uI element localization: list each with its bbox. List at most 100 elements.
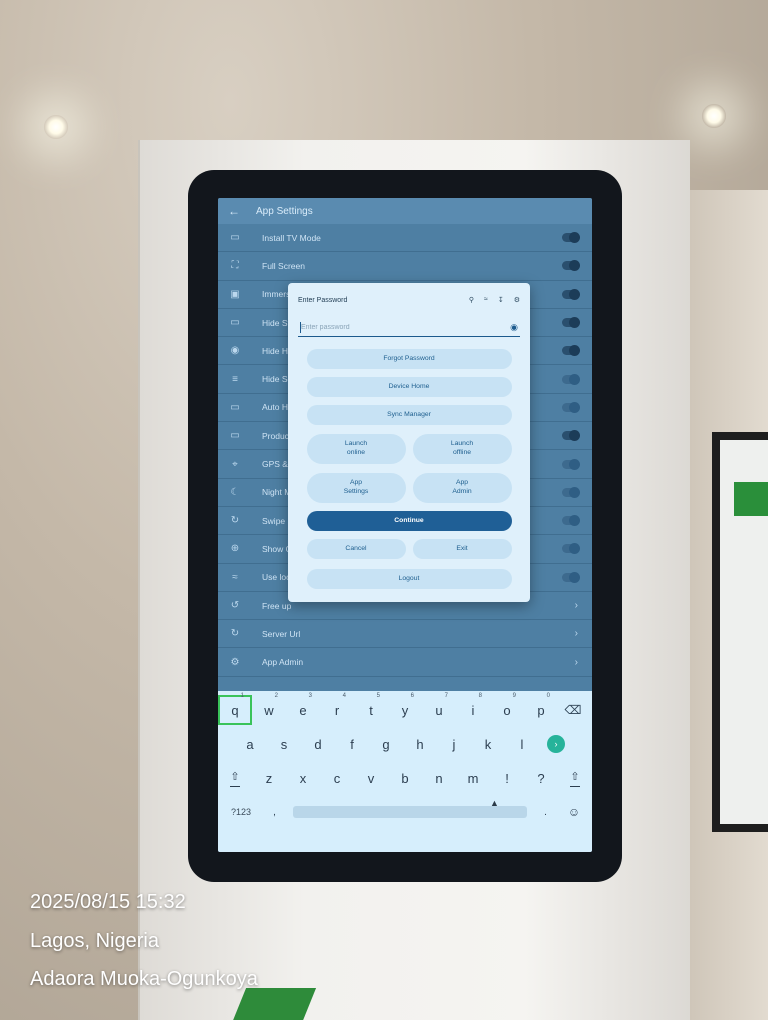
- continue-button[interactable]: Continue: [306, 511, 512, 531]
- settings-toggle[interactable]: [562, 543, 580, 555]
- hide-status-icon: ▭: [230, 317, 240, 329]
- photo-author: Adaora Muoka-Ogunkoya: [30, 968, 258, 990]
- settings-toggle[interactable]: [562, 430, 580, 442]
- settings-toggle[interactable]: [562, 486, 580, 498]
- sync-manager-button[interactable]: Sync Manager: [306, 405, 512, 425]
- auto-hide-icon: ▭: [230, 401, 240, 413]
- key-w[interactable]: w2: [252, 693, 286, 725]
- key-exclamation[interactable]: !: [490, 763, 524, 793]
- key-i[interactable]: i8: [456, 693, 490, 725]
- hide-scroll-icon: ≡: [232, 373, 238, 385]
- settings-row[interactable]: ▭ Install TV Mode: [218, 224, 592, 253]
- ceiling-light: [702, 104, 726, 128]
- wifi-icon[interactable]: ≈: [484, 296, 488, 304]
- settings-toggle[interactable]: [562, 288, 580, 300]
- exit-button[interactable]: Exit: [412, 539, 512, 559]
- location-pin-icon: ⌖: [232, 458, 238, 470]
- photo-location: Lagos, Nigeria: [30, 930, 159, 952]
- settings-toggle[interactable]: [562, 260, 580, 272]
- password-input[interactable]: [298, 324, 511, 331]
- key-z[interactable]: z: [252, 763, 286, 793]
- logout-button[interactable]: Logout: [306, 569, 512, 589]
- symbols-key[interactable]: ?123: [226, 797, 256, 827]
- period-key[interactable]: .: [537, 797, 555, 827]
- settings-toggle[interactable]: [562, 515, 580, 527]
- key-t[interactable]: t5: [354, 693, 388, 725]
- keyboard-row-3: ⇧ z x c v b n m!? ⇧: [218, 761, 592, 795]
- settings-toggle[interactable]: [562, 345, 580, 357]
- kiosk-screen: ← App Settings ▭ Install TV Mode ⛶ Full Scr…: [218, 198, 592, 852]
- app-settings-button[interactable]: App Settings: [306, 473, 406, 503]
- shift-icon[interactable]: ⇧: [218, 763, 252, 793]
- settings-toggle[interactable]: [562, 571, 580, 583]
- shift-icon[interactable]: ⇧: [558, 763, 592, 793]
- go-arrow-icon[interactable]: ›: [547, 735, 565, 753]
- key-l[interactable]: l: [505, 729, 539, 759]
- settings-toggle[interactable]: [562, 317, 580, 329]
- settings-row-label: Install TV Mode: [262, 232, 321, 243]
- key-e[interactable]: e3: [286, 693, 320, 725]
- key-c[interactable]: c: [320, 763, 354, 793]
- key-b[interactable]: b: [388, 763, 422, 793]
- key-q[interactable]: q1: [218, 693, 252, 725]
- dialog-title: Enter Password: [298, 296, 348, 304]
- key-v[interactable]: v: [354, 763, 388, 793]
- key-u[interactable]: u7: [422, 693, 456, 725]
- key-icon[interactable]: ⚲: [469, 296, 474, 304]
- keyboard-row-4: ?123 , . ☺: [218, 795, 592, 829]
- settings-row-label: Full Screen: [262, 260, 305, 271]
- settings-toggle[interactable]: [562, 373, 580, 385]
- on-screen-keyboard: q 1 w 2 e 3 r 4 t 5 y 6 u 7 i 8 o 9 p 0 ⌫ a s d f g h j k l › ⇧ zxcvb…: [218, 691, 592, 852]
- download-icon[interactable]: ↧: [498, 296, 504, 304]
- key-x[interactable]: x: [286, 763, 320, 793]
- settings-row-label: Free up: [262, 600, 292, 611]
- key-p[interactable]: p0: [524, 693, 558, 725]
- launch-online-button[interactable]: Launch online: [306, 434, 406, 464]
- password-field-row: ◉: [298, 319, 520, 337]
- key-n[interactable]: n: [422, 763, 456, 793]
- key-d[interactable]: d: [301, 729, 335, 759]
- key-a[interactable]: a: [233, 729, 267, 759]
- forgot-password-button[interactable]: Forgot Password: [306, 349, 512, 369]
- settings-row[interactable]: ⚙ App Admin ›: [218, 648, 592, 677]
- key-h[interactable]: h: [403, 729, 437, 759]
- device-home-button[interactable]: Device Home: [306, 377, 512, 397]
- key-r[interactable]: r4: [320, 693, 354, 725]
- settings-toggle[interactable]: [562, 232, 580, 244]
- settings-toggle[interactable]: [562, 458, 580, 470]
- key-o[interactable]: o9: [490, 693, 524, 725]
- crosshair-icon: ⊕: [230, 543, 240, 555]
- cancel-button[interactable]: Cancel: [306, 539, 406, 559]
- key-s[interactable]: s: [267, 729, 301, 759]
- emoji-icon[interactable]: ☺: [564, 797, 584, 827]
- show-password-eye-icon[interactable]: ◉: [510, 322, 518, 333]
- cleanup-icon: ↺: [230, 600, 240, 611]
- key-y[interactable]: y6: [388, 693, 422, 725]
- backspace-icon[interactable]: ⌫: [558, 695, 588, 725]
- key-k[interactable]: k: [471, 729, 505, 759]
- wifi-icon: ≈: [232, 571, 238, 583]
- chevron-right-icon: ›: [574, 656, 578, 668]
- product-icon: ▭: [230, 430, 240, 442]
- chevron-right-icon: ›: [574, 600, 578, 611]
- settings-row[interactable]: ⛶ Full Screen: [218, 252, 592, 281]
- settings-row-label: Server Url: [262, 628, 301, 639]
- text-cursor: [300, 322, 301, 333]
- tv-icon: ▭: [230, 232, 240, 244]
- page-title: App Settings: [256, 205, 313, 217]
- key-g[interactable]: g: [369, 729, 403, 759]
- key-m[interactable]: m: [456, 763, 490, 793]
- comma-key[interactable]: ,: [266, 797, 284, 827]
- settings-toggle[interactable]: [562, 401, 580, 413]
- settings-row[interactable]: ↻ Server Url ›: [218, 620, 592, 649]
- key-question[interactable]: ?: [524, 763, 558, 793]
- app-admin-button[interactable]: App Admin: [412, 473, 512, 503]
- mouse-pointer-icon: ▲: [490, 798, 499, 808]
- key-j[interactable]: j: [437, 729, 471, 759]
- immersive-icon: ▣: [230, 288, 240, 300]
- back-arrow-icon[interactable]: ←: [228, 204, 242, 218]
- launch-offline-button[interactable]: Launch offline: [412, 434, 512, 464]
- hide-home-icon: ◉: [230, 345, 240, 357]
- settings-gear-icon[interactable]: ⚙: [514, 296, 520, 304]
- key-f[interactable]: f: [335, 729, 369, 759]
